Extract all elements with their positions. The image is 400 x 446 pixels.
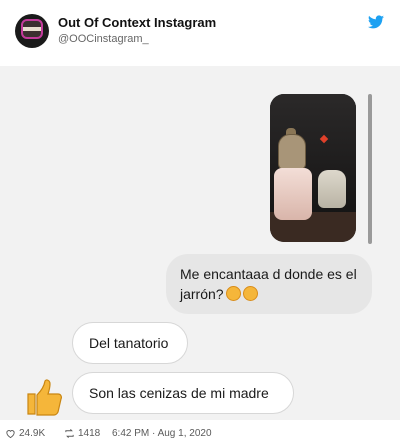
thumbs-up-emoji (27, 379, 62, 416)
retweet-action[interactable]: 1418 (64, 428, 100, 439)
retweet-count: 1418 (78, 428, 101, 439)
received-message-text: Del tanatorio (89, 335, 169, 351)
retweet-icon (65, 429, 74, 438)
heart-icon (6, 430, 15, 439)
urn-photo[interactable] (270, 94, 356, 242)
small-urn (318, 170, 346, 208)
like-action[interactable]: 24.9K (5, 428, 45, 439)
marble-urn (274, 168, 312, 220)
avatar-band (23, 27, 41, 31)
scrollbar[interactable] (368, 94, 372, 244)
ornate-urn (278, 134, 306, 170)
tweet-footer: 24.9K 1418 6:42 PM · Aug 1, 2020 (0, 420, 400, 446)
tweet-header: Out Of Context Instagram @OOCinstagram_ (0, 0, 400, 66)
timestamp-text: 6:42 PM · Aug 1, 2020 (112, 428, 212, 439)
smiling-face-with-hearts-emoji (242, 286, 258, 301)
like-count: 24.9K (19, 428, 46, 439)
sent-message-text: Me encantaaa d donde es el jarrón? (180, 266, 357, 302)
received-message-bubble: Son las cenizas de mi madre (72, 372, 294, 414)
account-handle[interactable]: @OOCinstagram_ (58, 33, 149, 45)
twitter-bird-icon[interactable] (368, 15, 384, 29)
received-message-text: Son las cenizas de mi madre (89, 385, 269, 401)
received-message-bubble: Del tanatorio (72, 322, 188, 364)
sent-message-bubble: Me encantaaa d donde es el jarrón? (166, 254, 372, 314)
avatar[interactable] (15, 14, 49, 48)
tweet-timestamp[interactable]: 6:42 PM · Aug 1, 2020 (112, 428, 212, 439)
account-name[interactable]: Out Of Context Instagram (58, 15, 216, 30)
smiling-face-with-hearts-emoji (225, 286, 241, 301)
